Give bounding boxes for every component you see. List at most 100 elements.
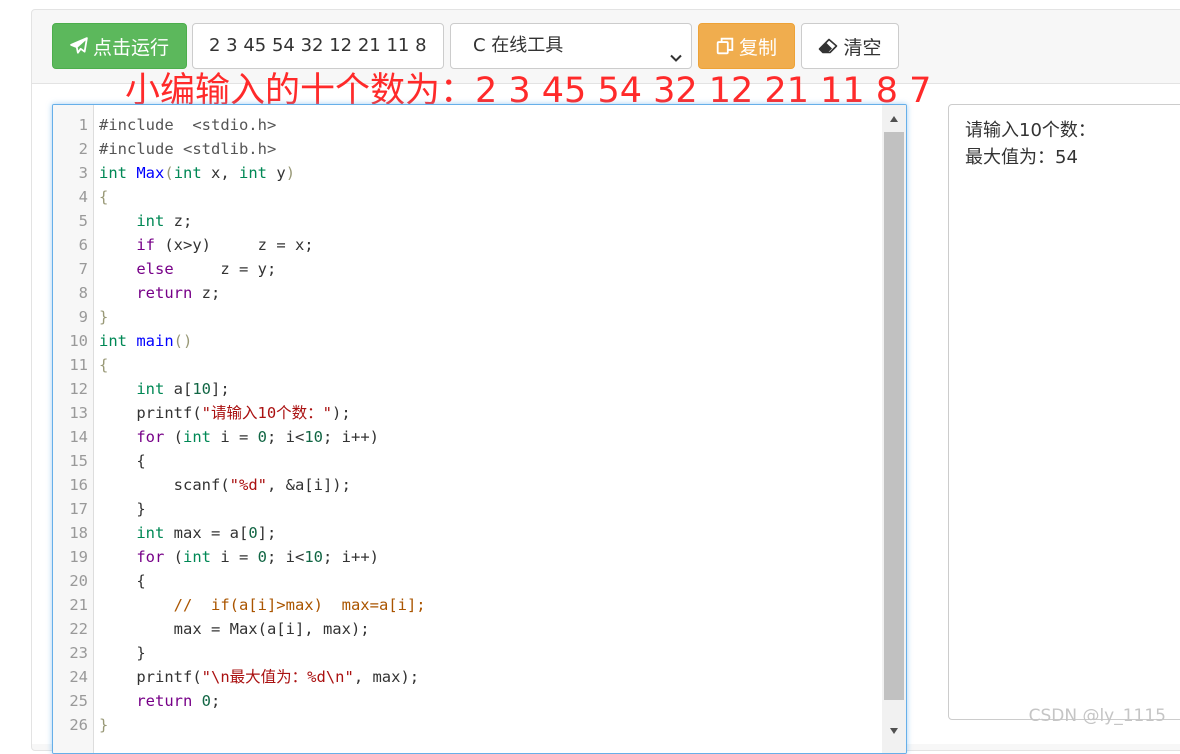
code-token: "\n最大值为：%d\n": [201, 668, 354, 686]
line-number-gutter: 1 2 3 4 5 6 7 8 9 10 11 12 13 14 15 16 17 18 19 20 21 22 23 24 2…: [53, 105, 94, 753]
code-token: if: [136, 236, 155, 254]
code-token: 0: [248, 524, 258, 542]
code-token: ; i<: [267, 428, 305, 446]
code-line: return z;: [99, 281, 426, 305]
code-token: int: [183, 548, 211, 566]
code-token: , max);: [353, 668, 420, 686]
code-token: // if(a[i]>max) max=a[i];: [173, 596, 426, 614]
stdin-input[interactable]: 2 3 45 54 32 12 21 11 8: [192, 23, 444, 69]
output-line: 最大值为：54: [965, 147, 1078, 168]
line-number: 13: [69, 404, 88, 422]
code-line: return 0;: [99, 689, 426, 713]
send-icon: [70, 37, 88, 55]
code-token: {: [99, 188, 109, 206]
scrollbar-thumb[interactable]: [884, 132, 904, 700]
code-line: printf("\n最大值为：%d\n", max);: [99, 665, 426, 689]
code-token: return: [136, 692, 193, 710]
code-token: z;: [164, 212, 193, 230]
line-number: 15: [69, 452, 88, 470]
code-line: if (x>y) z = x;: [99, 233, 426, 257]
code-token: ; i++): [323, 428, 380, 446]
code-token: }: [99, 644, 146, 662]
run-button-label: 点击运行: [92, 36, 169, 59]
code-line: int a[10];: [99, 377, 426, 401]
watermark: CSDN @ly_1115: [1028, 706, 1166, 726]
code-line: }: [99, 497, 426, 521]
line-number: 1: [78, 116, 88, 134]
code-token: 10: [304, 548, 324, 566]
copy-button-label: 复制: [738, 36, 777, 59]
code-line: // if(a[i]>max) max=a[i];: [99, 593, 426, 617]
code-token: for: [136, 548, 165, 566]
code-line: int max = a[0];: [99, 521, 426, 545]
line-number: 6: [78, 236, 88, 254]
code-token: ;: [211, 692, 221, 710]
code-token: ];: [257, 524, 277, 542]
code-line: {: [99, 569, 426, 593]
code-token: ; i++): [323, 548, 380, 566]
output-panel: 请输入10个数： 最大值为：54: [948, 104, 1180, 720]
code-token: else: [136, 260, 174, 278]
code-token: int: [183, 428, 211, 446]
code-line: {: [99, 449, 426, 473]
code-line: }: [99, 641, 426, 665]
code-token: max = Max(a[i], max);: [99, 620, 370, 638]
code-token: ): [285, 164, 296, 182]
line-number: 2: [78, 140, 88, 158]
line-number: 25: [69, 692, 88, 710]
copy-button[interactable]: 复制: [698, 23, 795, 69]
code-token: int: [99, 332, 127, 350]
code-line: int z;: [99, 209, 426, 233]
code-content[interactable]: #include <stdio.h> #include <stdlib.h> int…: [99, 113, 426, 737]
code-token: Max: [136, 164, 165, 182]
code-token: y: [267, 164, 286, 182]
code-token: int: [173, 164, 202, 182]
code-line: printf("请输入10个数：");: [99, 401, 426, 425]
code-token: printf(: [99, 404, 202, 422]
code-token: ; i<: [267, 548, 305, 566]
code-line: int Max(int x, int y): [99, 161, 426, 185]
line-number: 18: [69, 524, 88, 542]
code-token: a[: [164, 380, 193, 398]
code-line: for (int i = 0; i<10; i++): [99, 425, 426, 449]
clear-button[interactable]: 清空: [801, 23, 899, 69]
code-token: int: [136, 524, 165, 542]
code-line: int main(): [99, 329, 426, 353]
code-token: scanf(: [99, 476, 230, 494]
code-line: #include <stdio.h>: [99, 113, 426, 137]
code-token: z;: [192, 284, 221, 302]
output-line: 请输入10个数：: [965, 120, 1096, 141]
code-token: , &a[i]);: [266, 476, 351, 494]
code-token: "%d": [229, 476, 267, 494]
code-line: else z = y;: [99, 257, 426, 281]
code-token: 0: [201, 692, 212, 710]
code-token: int: [136, 380, 165, 398]
code-editor[interactable]: 1 2 3 4 5 6 7 8 9 10 11 12 13 14 15 16 17 18 19 20 21 22 23 24 2…: [52, 104, 907, 754]
language-select[interactable]: C 在线工具: [450, 23, 692, 69]
code-token: (: [164, 428, 183, 446]
code-token: );: [331, 404, 351, 422]
code-token: #include <stdlib.h>: [99, 140, 277, 158]
editor-scrollbar[interactable]: [882, 105, 906, 753]
code-token: 0: [257, 428, 268, 446]
line-number: 14: [69, 428, 88, 446]
code-token: 10: [304, 428, 324, 446]
code-token: max = a[: [164, 524, 249, 542]
code-token: (x>y) z = x;: [155, 236, 314, 254]
run-button[interactable]: 点击运行: [52, 23, 187, 69]
scroll-down-arrow-icon[interactable]: [882, 719, 906, 743]
code-line: #include <stdlib.h>: [99, 137, 426, 161]
line-number: 20: [69, 572, 88, 590]
code-line: scanf("%d", &a[i]);: [99, 473, 426, 497]
line-number: 24: [69, 668, 88, 686]
scroll-up-arrow-icon[interactable]: [882, 107, 906, 131]
code-token: i =: [211, 548, 258, 566]
